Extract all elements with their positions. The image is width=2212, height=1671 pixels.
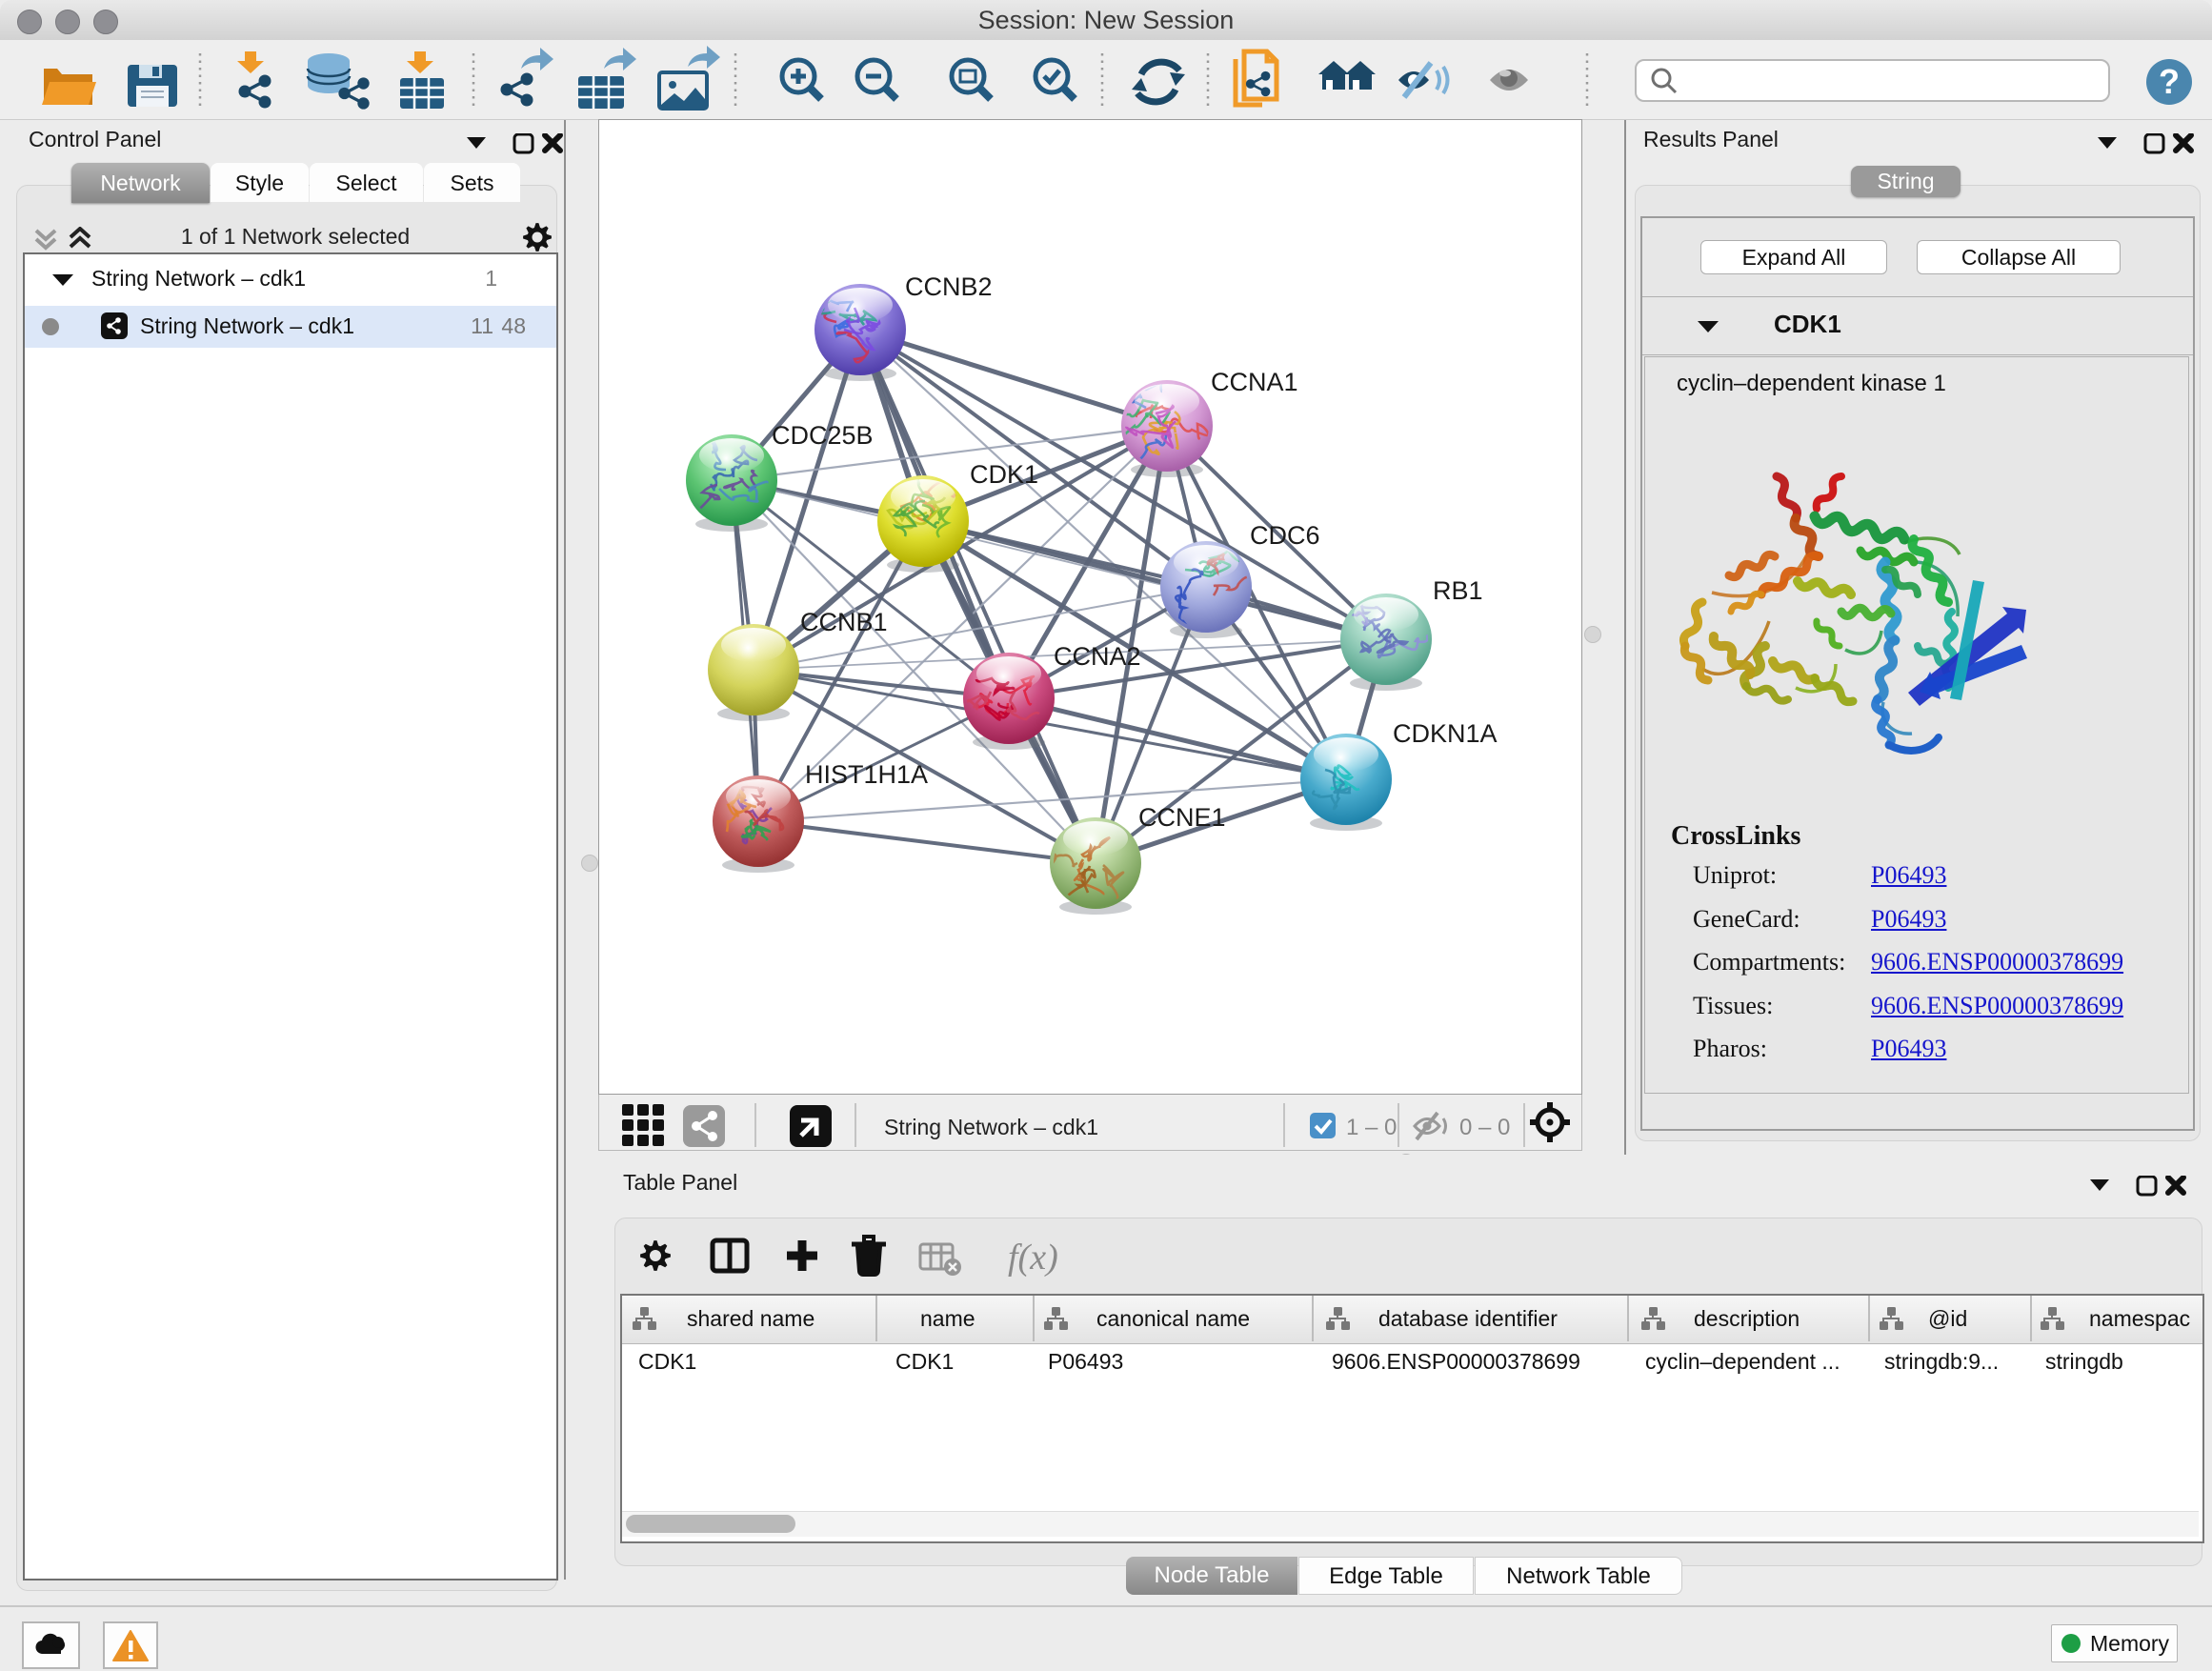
svg-text:0 – 0: 0 – 0 [1459,1115,1510,1140]
svg-text:CCNA1: CCNA1 [1211,368,1298,396]
svg-text:shared name: shared name [687,1306,814,1331]
svg-text:RB1: RB1 [1433,576,1483,605]
svg-text:?: ? [2159,62,2180,101]
svg-text:1 – 0: 1 – 0 [1346,1115,1397,1140]
svg-text:String Network – cdk1: String Network – cdk1 [884,1115,1098,1139]
svg-text:CDC25B: CDC25B [772,421,874,450]
svg-text:description: description [1694,1306,1800,1331]
svg-text:CCNA2: CCNA2 [1054,642,1141,671]
svg-text:HIST1H1A: HIST1H1A [805,760,928,789]
svg-text:database identifier: database identifier [1378,1306,1558,1331]
svg-text:@id: @id [1928,1306,1967,1331]
svg-text:f(x): f(x) [1008,1238,1058,1278]
svg-text:name: name [920,1306,975,1331]
svg-text:canonical name: canonical name [1096,1306,1250,1331]
svg-text:CDC6: CDC6 [1250,521,1320,550]
svg-text:CCNB1: CCNB1 [800,608,888,636]
svg-text:CDK1: CDK1 [970,460,1038,489]
svg-text:CDKN1A: CDKN1A [1393,719,1498,748]
svg-text:CCNB2: CCNB2 [905,272,993,301]
svg-text:CCNE1: CCNE1 [1138,803,1226,832]
svg-text:namespac: namespac [2089,1306,2190,1331]
